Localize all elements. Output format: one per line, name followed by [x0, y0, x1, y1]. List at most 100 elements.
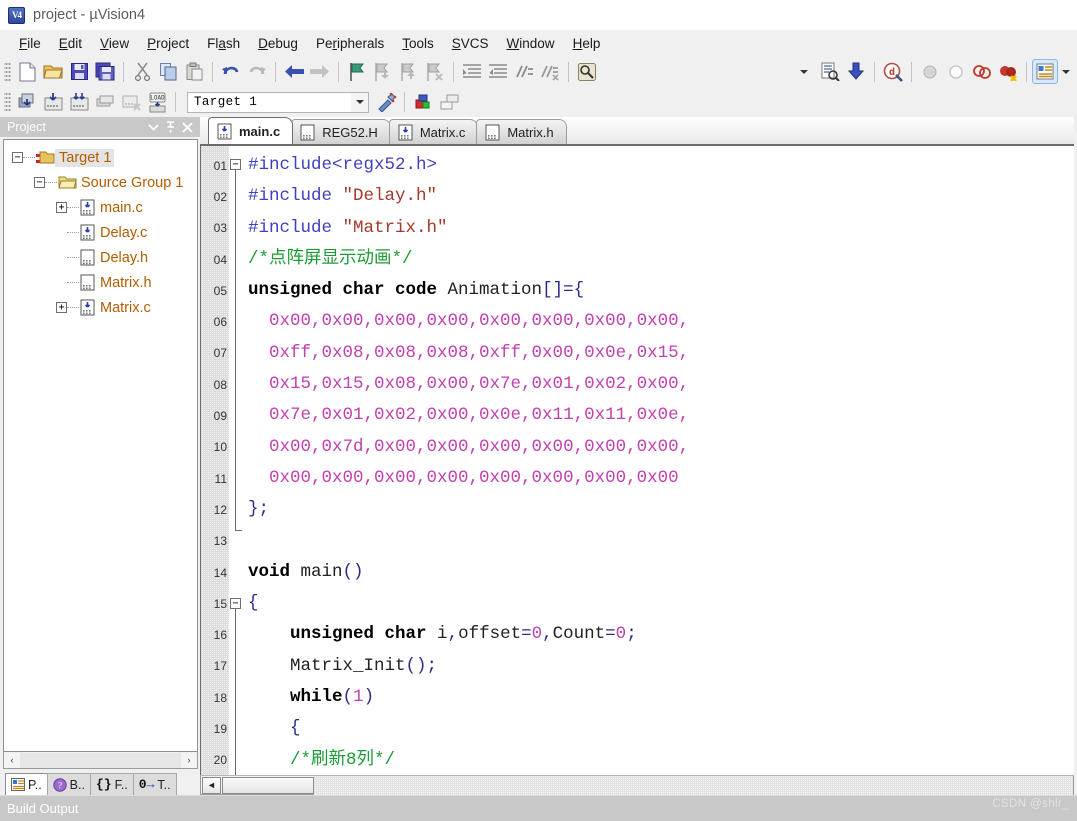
- build-target-icon[interactable]: [40, 90, 66, 115]
- tree-item-source-group-1[interactable]: − Source Group 1: [4, 170, 197, 195]
- expand-toggle-icon[interactable]: +: [56, 202, 67, 213]
- menu-item-file[interactable]: File: [10, 34, 50, 53]
- code-line[interactable]: 0x00,0x00,0x00,0x00,0x00,0x00,0x00,0x00: [248, 463, 1074, 494]
- menu-item-view[interactable]: View: [91, 34, 138, 53]
- code-line[interactable]: {: [248, 588, 1074, 619]
- batch-build-icon[interactable]: [92, 90, 118, 115]
- tree-item-delay-c[interactable]: Delay.c: [4, 220, 197, 245]
- project-window-icon[interactable]: [1032, 59, 1058, 84]
- breakpoint-disable-all-icon[interactable]: [969, 59, 995, 84]
- code-line[interactable]: {: [248, 713, 1074, 744]
- tree-item-matrix-c[interactable]: + Matrix.c: [4, 295, 197, 320]
- code-line[interactable]: #include "Matrix.h": [248, 213, 1074, 244]
- menu-item-peripherals[interactable]: Peripherals: [307, 34, 393, 53]
- save-all-icon[interactable]: [92, 59, 118, 84]
- new-file-icon[interactable]: [14, 59, 40, 84]
- scroll-right-button[interactable]: ›: [181, 752, 197, 768]
- code-line[interactable]: unsigned char code Animation[]={: [248, 275, 1074, 306]
- uncomment-icon[interactable]: [537, 59, 563, 84]
- comment-icon[interactable]: [511, 59, 537, 84]
- fold-toggle-line-1[interactable]: −: [230, 159, 241, 170]
- close-icon[interactable]: [179, 119, 196, 136]
- scroll-track[interactable]: [314, 775, 1073, 795]
- bookmark-toggle-icon[interactable]: [344, 59, 370, 84]
- code-line[interactable]: };: [248, 494, 1074, 525]
- menu-item-window[interactable]: Window: [498, 34, 564, 53]
- menu-item-project[interactable]: Project: [138, 34, 198, 53]
- undo-icon[interactable]: [218, 59, 244, 84]
- manage-components-icon[interactable]: [410, 90, 436, 115]
- code-editor[interactable]: 01 02 03 04 05 06 07 08 09 10 11 12 13 14 15 16 17 18 19 20…: [200, 146, 1074, 775]
- scroll-left-button[interactable]: ◄: [202, 776, 221, 794]
- editor-hscrollbar[interactable]: ◄: [200, 775, 1074, 795]
- editor-tab-matrix-c[interactable]: Matrix.c: [388, 119, 479, 144]
- tree-item-delay-h[interactable]: Delay.h: [4, 245, 197, 270]
- code-line[interactable]: /*刷新8列*/: [248, 745, 1074, 775]
- chevron-down-icon[interactable]: [351, 92, 368, 112]
- bookmark-next-icon[interactable]: [396, 59, 422, 84]
- navigate-back-icon[interactable]: [281, 59, 307, 84]
- code-line[interactable]: 0x00,0x7d,0x00,0x00,0x00,0x00,0x00,0x00,: [248, 432, 1074, 463]
- code-line[interactable]: 0xff,0x08,0x08,0x08,0xff,0x00,0x0e,0x15,: [248, 338, 1074, 369]
- outdent-icon[interactable]: [485, 59, 511, 84]
- cut-icon[interactable]: [129, 59, 155, 84]
- code-text[interactable]: #include<regx52.h> #include "Delay.h" #inc…: [245, 146, 1074, 775]
- tree-item-target-1[interactable]: − Target 1: [4, 145, 197, 170]
- breakpoint-icon[interactable]: [917, 59, 943, 84]
- navigate-forward-icon[interactable]: [307, 59, 333, 84]
- code-line[interactable]: [248, 526, 1074, 557]
- panel-tab-functions[interactable]: {} F..: [89, 773, 134, 795]
- download-icon[interactable]: [843, 59, 869, 84]
- menu-item-svcs[interactable]: SVCS: [443, 34, 498, 53]
- paste-icon[interactable]: [181, 59, 207, 84]
- configure-target-icon[interactable]: [817, 59, 843, 84]
- toolbar-grip[interactable]: [4, 92, 11, 112]
- editor-tab-matrix-h[interactable]: Matrix.h: [476, 119, 567, 144]
- code-line[interactable]: /*点阵屏显示动画*/: [248, 244, 1074, 275]
- editor-tab-reg52-h[interactable]: REG52.H: [291, 119, 391, 144]
- dropdown-arrow-icon[interactable]: [791, 59, 817, 84]
- find-in-files-icon[interactable]: [574, 59, 600, 84]
- code-line[interactable]: 0x00,0x00,0x00,0x00,0x00,0x00,0x00,0x00,: [248, 306, 1074, 337]
- breakpoint-kill-all-icon[interactable]: [995, 59, 1021, 84]
- code-line[interactable]: void main(): [248, 557, 1074, 588]
- redo-icon[interactable]: [244, 59, 270, 84]
- collapse-toggle-icon[interactable]: −: [34, 177, 45, 188]
- scroll-thumb[interactable]: [222, 776, 314, 794]
- menu-item-flash[interactable]: Flash: [198, 34, 249, 53]
- rebuild-all-icon[interactable]: [66, 90, 92, 115]
- tree-item-matrix-h[interactable]: Matrix.h: [4, 270, 197, 295]
- download-to-flash-icon[interactable]: LOAD: [144, 90, 170, 115]
- panel-tab-templates[interactable]: 0→ T..: [132, 773, 177, 795]
- tree-item-main-c[interactable]: + main.c: [4, 195, 197, 220]
- toolbar-grip[interactable]: [4, 61, 11, 82]
- start-debug-icon[interactable]: d: [880, 59, 906, 84]
- copy-icon[interactable]: [155, 59, 181, 84]
- editor-tab-main-c[interactable]: main.c: [208, 117, 294, 144]
- open-file-icon[interactable]: [40, 59, 66, 84]
- code-line[interactable]: unsigned char i,offset=0,Count=0;: [248, 619, 1074, 650]
- stop-build-icon[interactable]: [118, 90, 144, 115]
- menu-item-edit[interactable]: Edit: [50, 34, 91, 53]
- indent-icon[interactable]: [459, 59, 485, 84]
- bookmark-clear-icon[interactable]: [422, 59, 448, 84]
- bookmark-prev-icon[interactable]: [370, 59, 396, 84]
- breakpoint-disable-icon[interactable]: [943, 59, 969, 84]
- manage-multi-project-icon[interactable]: [436, 90, 462, 115]
- menu-item-tools[interactable]: Tools: [393, 34, 443, 53]
- code-line[interactable]: 0x7e,0x01,0x02,0x00,0x0e,0x11,0x11,0x0e,: [248, 400, 1074, 431]
- code-line[interactable]: 0x15,0x15,0x08,0x00,0x7e,0x01,0x02,0x00,: [248, 369, 1074, 400]
- collapse-toggle-icon[interactable]: −: [12, 152, 23, 163]
- project-tree[interactable]: − Target 1− Source Group 1 + main.c Delay.c De…: [3, 139, 198, 752]
- panel-tab-books[interactable]: ? B..: [46, 773, 91, 795]
- fold-toggle-line-15[interactable]: −: [230, 598, 241, 609]
- project-window-dropdown-icon[interactable]: [1058, 59, 1073, 84]
- menu-item-help[interactable]: Help: [564, 34, 610, 53]
- code-line[interactable]: while(1): [248, 682, 1074, 713]
- scroll-track[interactable]: [20, 752, 181, 768]
- code-line[interactable]: Matrix_Init();: [248, 651, 1074, 682]
- code-line[interactable]: #include "Delay.h": [248, 181, 1074, 212]
- chevron-down-icon[interactable]: [145, 119, 162, 136]
- code-fold-column[interactable]: − −: [229, 146, 245, 775]
- pin-icon[interactable]: [162, 119, 179, 136]
